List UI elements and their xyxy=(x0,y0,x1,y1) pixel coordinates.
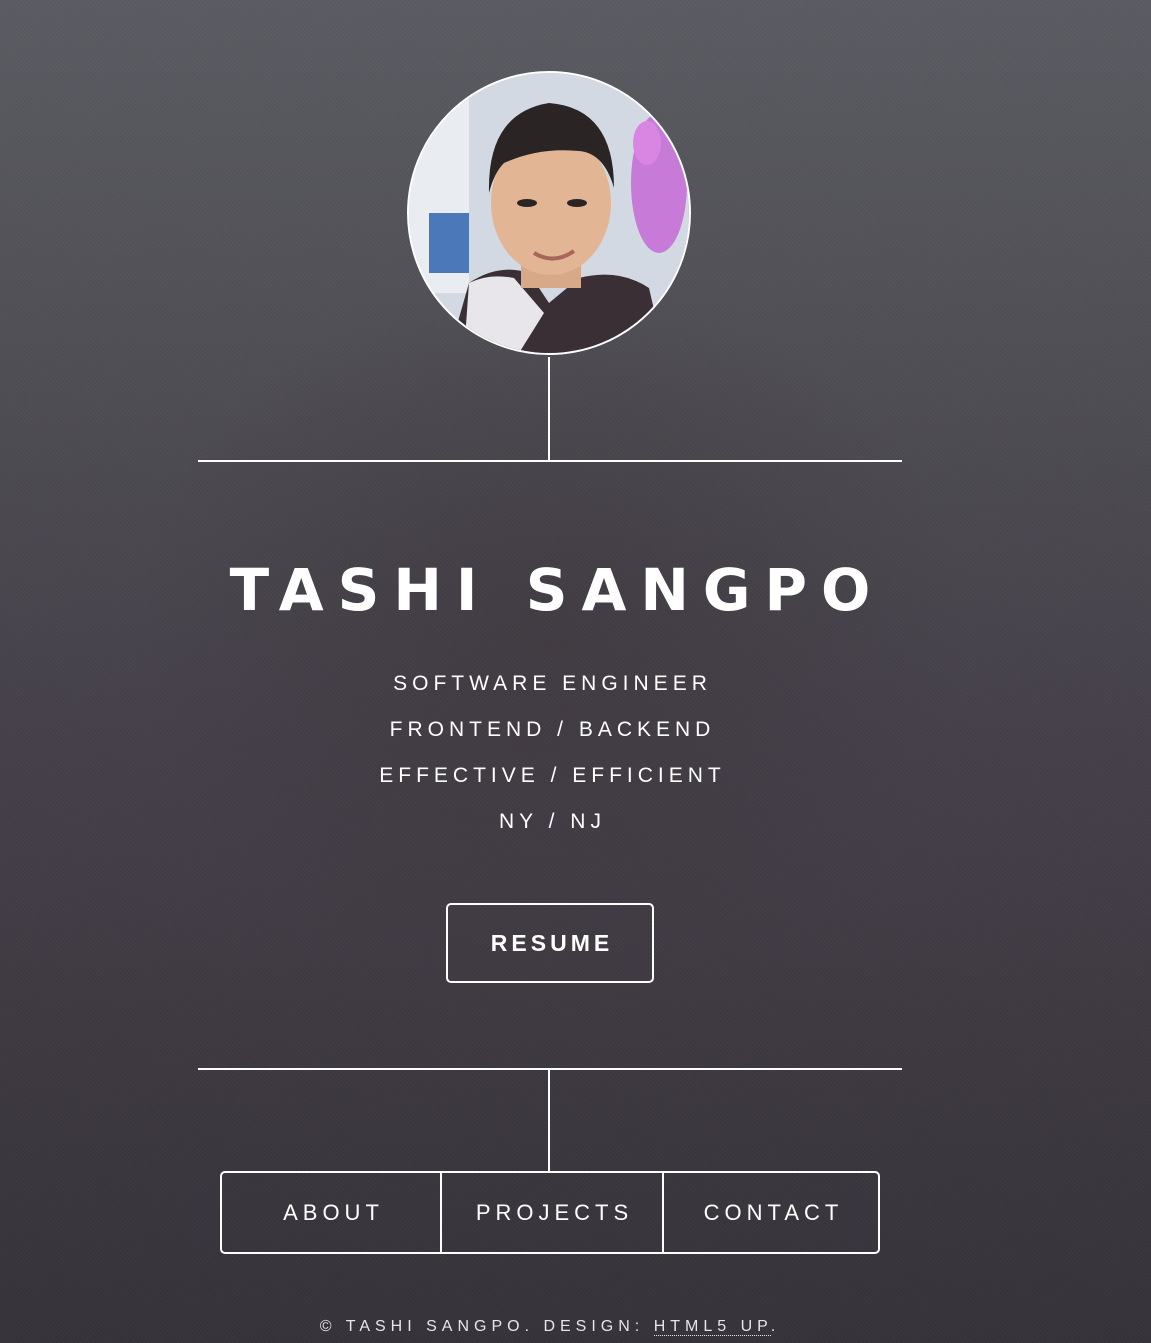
footer-html5up-link[interactable]: HTML5 UP xyxy=(653,1318,771,1336)
resume-button[interactable]: RESUME xyxy=(446,903,654,983)
profile-photo-icon xyxy=(409,73,689,353)
footer-end: . xyxy=(770,1318,781,1335)
bottom-connector-line xyxy=(548,1070,550,1171)
tagline-stack: FRONTEND / BACKEND xyxy=(389,718,716,741)
main-nav: ABOUT PROJECTS CONTACT xyxy=(220,1171,880,1254)
tagline-location: NY / NJ xyxy=(499,810,606,833)
top-divider xyxy=(198,460,902,462)
top-connector-line xyxy=(548,357,550,461)
footer-copyright: © TASHI SANGPO. DESIGN: xyxy=(319,1318,654,1335)
profile-avatar xyxy=(407,71,691,355)
tagline-role: SOFTWARE ENGINEER xyxy=(393,672,712,695)
bottom-divider xyxy=(198,1068,902,1070)
tagline-traits: EFFECTIVE / EFFICIENT xyxy=(379,764,726,787)
nav-about-button[interactable]: ABOUT xyxy=(222,1173,440,1252)
profile-name: TASHI SANGPO xyxy=(229,556,885,624)
nav-contact-button[interactable]: CONTACT xyxy=(662,1173,878,1252)
nav-projects-button[interactable]: PROJECTS xyxy=(440,1173,662,1252)
footer: © TASHI SANGPO. DESIGN: HTML5 UP. xyxy=(0,1316,1100,1338)
